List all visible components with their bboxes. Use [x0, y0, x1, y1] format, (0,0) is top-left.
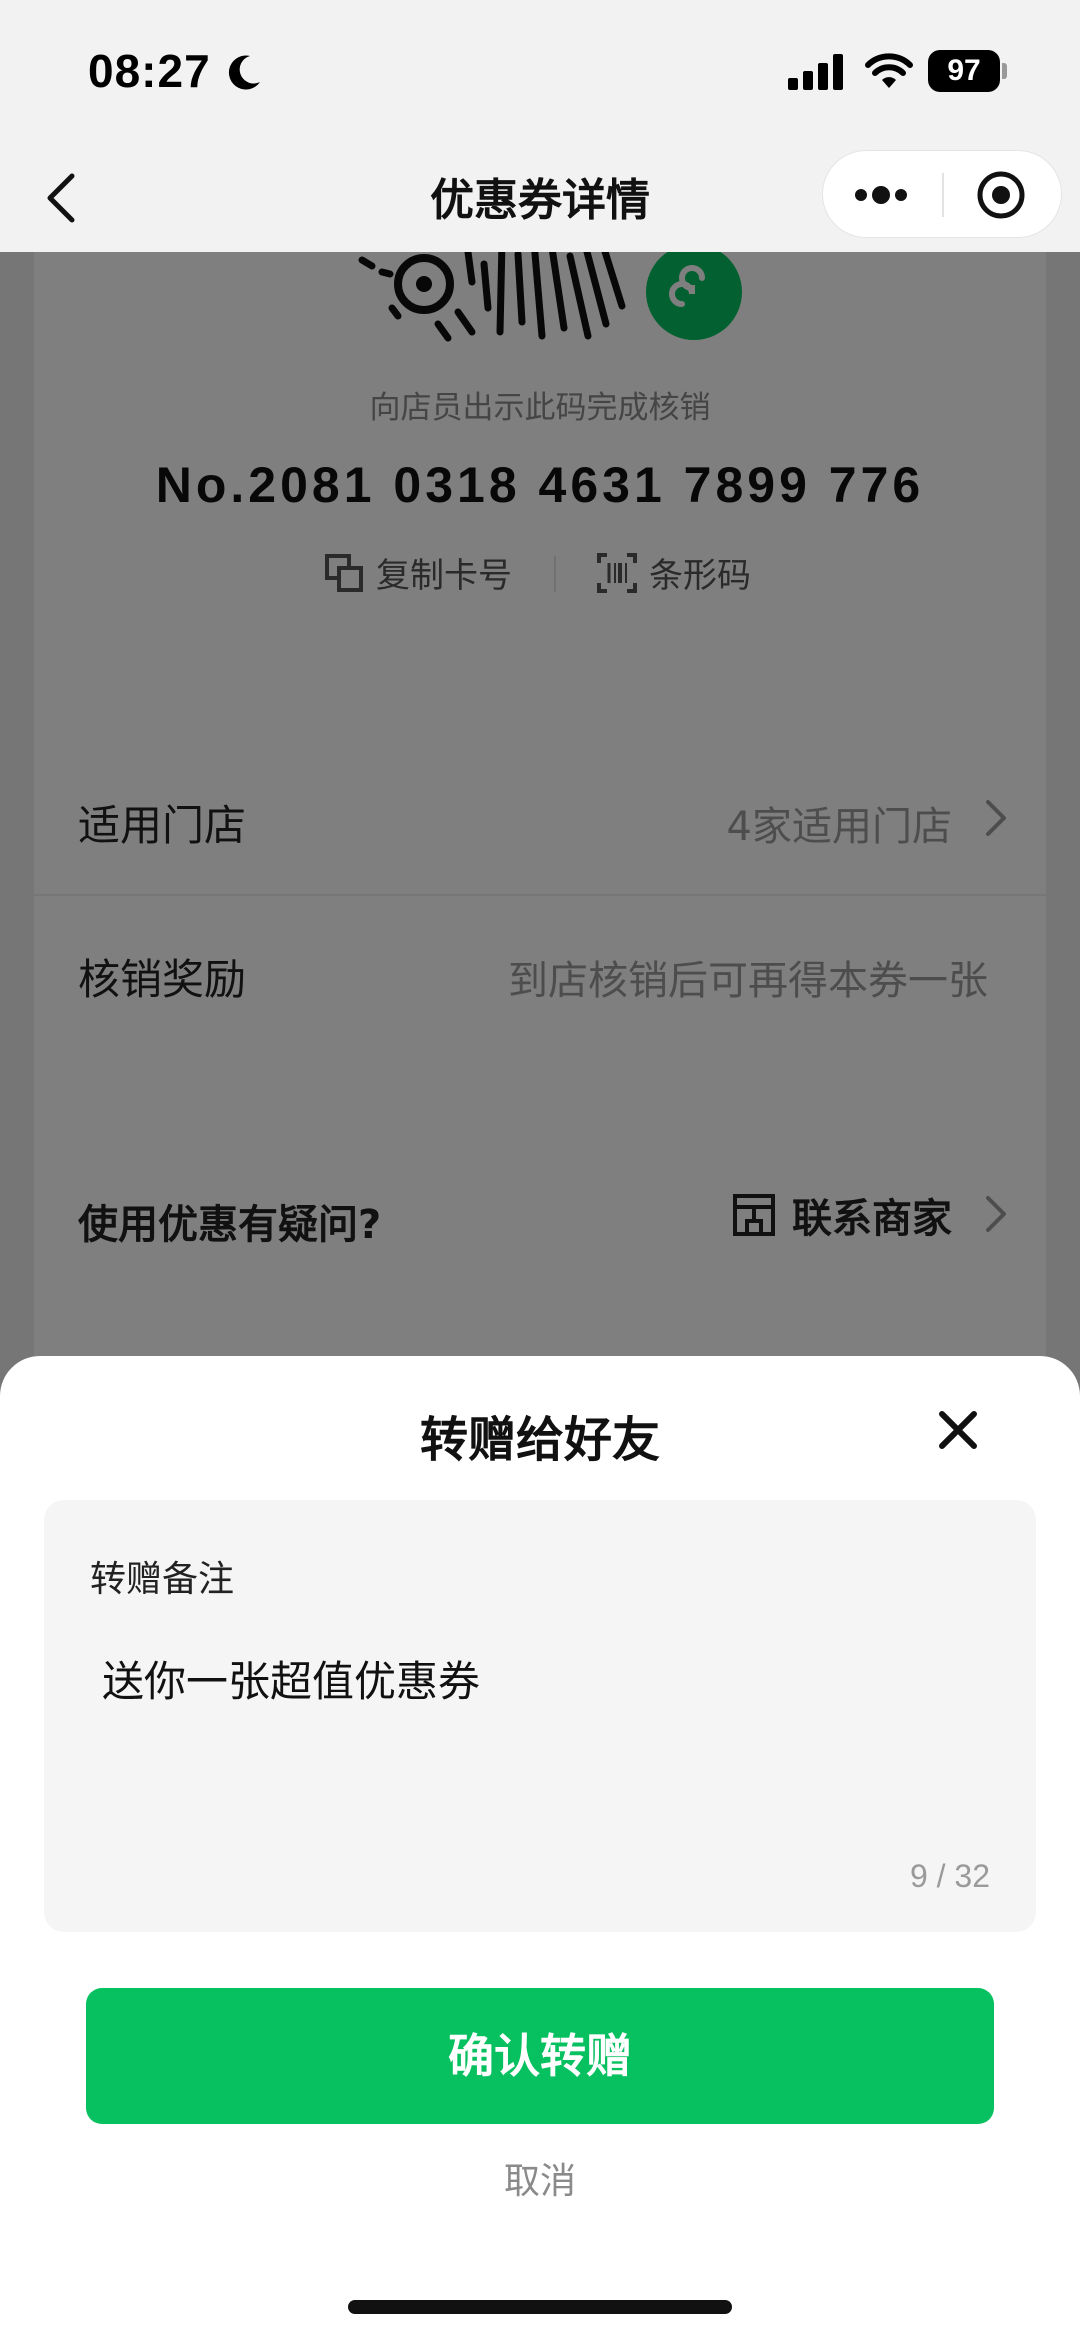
confirm-gift-button[interactable]: 确认转赠	[86, 1988, 994, 2124]
battery-level: 97	[947, 54, 981, 87]
battery-tip	[1002, 63, 1007, 79]
status-time: 08:27	[88, 45, 211, 97]
character-count: 9 / 32	[909, 1858, 990, 1894]
gift-note-box[interactable]: 转赠备注 送你一张超值优惠券 9 / 32	[44, 1500, 1036, 1932]
miniprogram-capsule	[822, 150, 1062, 238]
gift-to-friend-sheet: 转赠给好友 转赠备注 送你一张超值优惠券 9 / 32 确认转赠 取消	[0, 1356, 1080, 2336]
more-options-icon[interactable]	[853, 181, 913, 209]
home-indicator	[348, 2300, 732, 2314]
close-icon[interactable]	[936, 1408, 980, 1452]
battery-indicator: 97	[928, 50, 1000, 92]
nav-bar: 优惠券详情	[0, 140, 1080, 252]
close-miniprogram-icon[interactable]	[975, 169, 1027, 221]
cellular-signal-icon	[788, 54, 843, 90]
moon-icon	[228, 55, 260, 90]
cancel-button[interactable]: 取消	[0, 2152, 1080, 2204]
status-bar: 08:27 97	[0, 0, 1080, 140]
gift-note-input[interactable]: 送你一张超值优惠券	[102, 1648, 480, 1709]
capsule-divider	[942, 173, 944, 217]
gift-note-label: 转赠备注	[90, 1559, 235, 1600]
wifi-icon	[865, 53, 913, 88]
sheet-title: 转赠给好友	[419, 1412, 660, 1468]
